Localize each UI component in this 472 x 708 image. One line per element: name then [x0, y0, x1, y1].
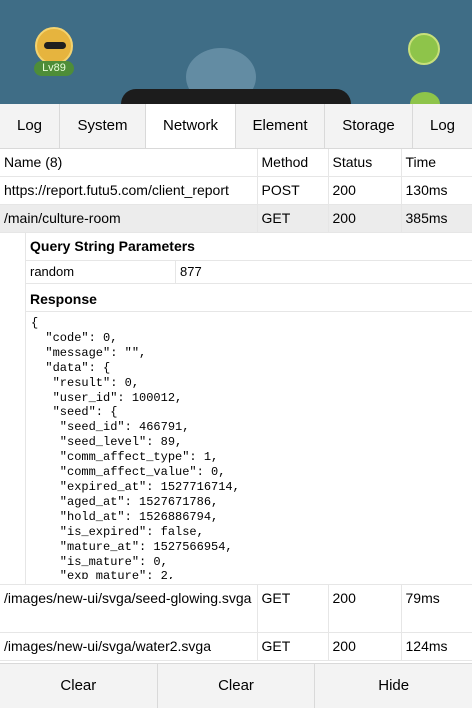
floating-bar [121, 89, 351, 104]
tab-log[interactable]: Log [0, 104, 60, 148]
request-time: 385ms [401, 204, 472, 233]
request-method: GET [257, 632, 329, 661]
request-detail: Query String Parameters random 877 Respo… [0, 233, 472, 585]
table-row-selected[interactable]: /main/culture-room GET 200 385ms [0, 204, 472, 233]
request-status: 200 [328, 204, 402, 233]
header-status: Status [328, 149, 402, 177]
query-param-key: random [26, 261, 176, 283]
sunglasses-icon [44, 42, 66, 49]
avatar[interactable] [35, 27, 73, 65]
request-time: 124ms [401, 632, 472, 661]
game-background: Lv89 [0, 0, 472, 104]
response-title: Response [30, 291, 97, 307]
tab-system[interactable]: System [60, 104, 146, 148]
request-name: /images/new-ui/svga/seed-glowing.svga [0, 585, 258, 633]
request-method: GET [257, 204, 329, 233]
request-time: 79ms [401, 585, 472, 633]
network-table: Name (8) Method Status Time https://repo… [0, 149, 472, 233]
tab-element[interactable]: Element [236, 104, 325, 148]
response-body[interactable]: { "code": 0, "message": "", "data": { "r… [26, 311, 472, 579]
header-time: Time [401, 149, 472, 177]
query-param-row: random 877 [26, 261, 472, 284]
network-table-continued: /images/new-ui/svga/seed-glowing.svga GE… [0, 585, 472, 661]
table-row[interactable]: https://report.futu5.com/client_report P… [0, 176, 472, 205]
footer-toolbar: Clear Clear Hide [0, 663, 472, 708]
table-row[interactable]: /images/new-ui/svga/water2.svga GET 200 … [0, 632, 472, 661]
request-status: 200 [328, 585, 402, 633]
request-method: POST [257, 176, 329, 205]
request-status: 200 [328, 176, 402, 205]
table-header: Name (8) Method Status Time [0, 149, 472, 177]
header-name: Name (8) [0, 149, 258, 177]
clear-button[interactable]: Clear [0, 664, 158, 708]
tab-bar: Log System Network Element Storage Log [0, 104, 472, 149]
leaf-icon[interactable] [408, 33, 440, 65]
tab-storage[interactable]: Storage [325, 104, 413, 148]
request-status: 200 [328, 632, 402, 661]
table-row[interactable]: /images/new-ui/svga/seed-glowing.svga GE… [0, 585, 472, 633]
header-method: Method [257, 149, 329, 177]
request-name: /images/new-ui/svga/water2.svga [0, 632, 258, 661]
vconsole-panel: Log System Network Element Storage Log N… [0, 104, 472, 707]
query-param-value: 877 [180, 264, 202, 279]
query-string-title: Query String Parameters [26, 233, 472, 261]
clear-button-2[interactable]: Clear [158, 664, 316, 708]
tab-log-2[interactable]: Log [413, 104, 472, 148]
request-time: 130ms [401, 176, 472, 205]
request-name: https://report.futu5.com/client_report [0, 176, 258, 205]
request-method: GET [257, 585, 329, 633]
leaf-icon[interactable] [410, 92, 440, 104]
request-name: /main/culture-room [0, 204, 258, 233]
level-badge: Lv89 [34, 61, 74, 76]
tab-network[interactable]: Network [146, 104, 236, 148]
hide-button[interactable]: Hide [315, 664, 472, 708]
